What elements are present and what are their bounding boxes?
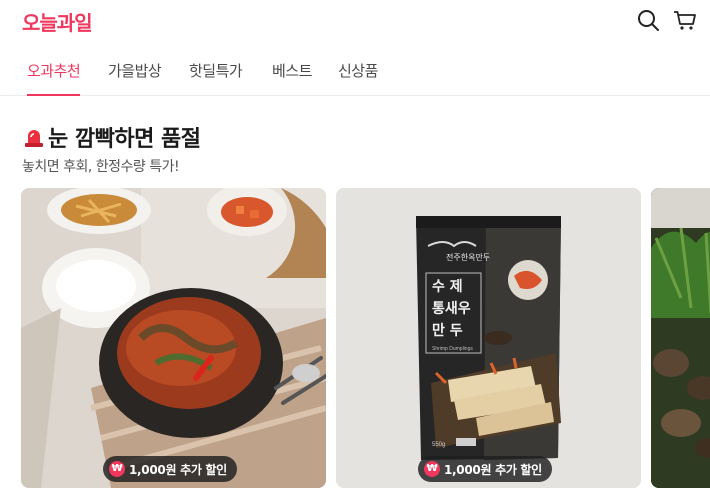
package-brand: 전주한옥만두	[446, 252, 490, 262]
siren-icon	[25, 130, 43, 147]
soup-food-image	[21, 188, 326, 488]
coupon-icon: ₩	[424, 461, 440, 477]
vegetable-mushroom-image	[651, 188, 710, 488]
tab-autumn-table[interactable]: 가을밥상	[108, 60, 162, 94]
badge-text: 1,000원 추가 할인	[129, 462, 227, 477]
shrimp-dumpling-package-image: 전주한옥만두 수 제 통새우 만 두 Shrimp Dumplings 550g	[336, 188, 641, 488]
product-card[interactable]: 전주한옥만두 수 제 통새우 만 두 Shrimp Dumplings 550g…	[336, 188, 641, 488]
top-header: 오늘과일	[0, 0, 710, 48]
search-icon[interactable]	[636, 8, 660, 32]
discount-badge: ₩ 1,000원 추가 할인	[103, 456, 237, 482]
tab-recommend[interactable]: 오과추천	[27, 60, 81, 96]
cart-icon[interactable]	[673, 8, 697, 32]
package-name-1: 수 제	[432, 279, 463, 295]
section-subtitle: 놓치면 후회, 한정수량 특가!	[22, 159, 180, 175]
coupon-icon: ₩	[109, 461, 125, 477]
package-weight: 550g	[432, 442, 445, 448]
package-name-3: 만 두	[432, 323, 463, 339]
product-card[interactable]	[651, 188, 710, 488]
tab-hot-deal[interactable]: 핫딜특가	[189, 60, 243, 94]
section-title: 눈 깜빡하면 품절	[48, 127, 201, 152]
tab-new[interactable]: 신상품	[338, 60, 378, 94]
category-tabs: 오과추천 가을밥상 핫딜특가 베스트 신상품	[0, 54, 710, 96]
package-english: Shrimp Dumplings	[432, 346, 473, 352]
app-logo[interactable]: 오늘과일	[22, 7, 93, 36]
section-heading: 눈 깜빡하면 품절	[22, 121, 201, 153]
product-card[interactable]: ₩ 1,000원 추가 할인	[21, 188, 326, 488]
discount-badge: ₩ 1,000원 추가 할인	[418, 456, 552, 482]
badge-text: 1,000원 추가 할인	[444, 462, 542, 477]
package-name-2: 통새우	[432, 301, 471, 317]
tab-best[interactable]: 베스트	[272, 60, 312, 94]
